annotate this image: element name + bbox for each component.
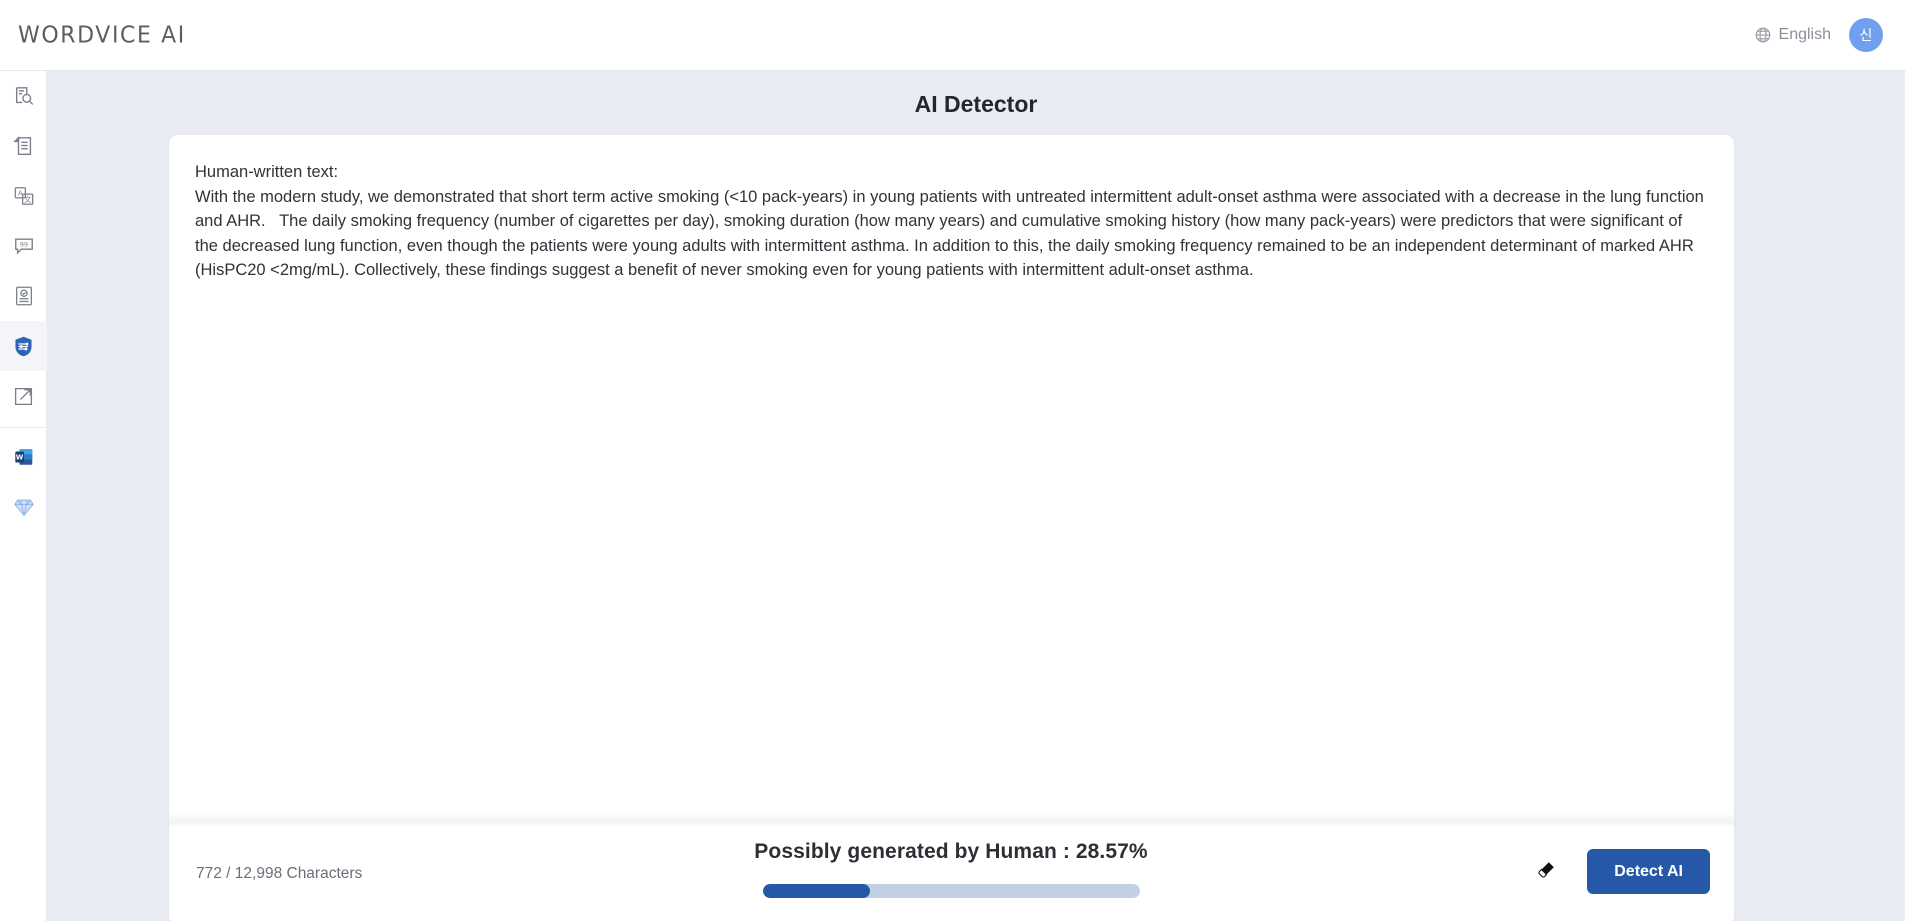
sidebar-item-documents[interactable] — [0, 121, 47, 171]
card-footer: 772 / 12,998 Characters Possibly generat… — [169, 827, 1734, 921]
header-actions: English 신 — [1754, 18, 1883, 52]
editor-content[interactable]: Human-written text: With the modern stud… — [195, 160, 1708, 283]
wordvice-logo[interactable]: WORDVICE AI — [18, 22, 186, 48]
external-link-icon — [13, 386, 34, 407]
detection-result: Possibly generated by Human : 28.57% — [606, 840, 1296, 898]
certificate-icon — [13, 285, 35, 307]
document-search-icon — [13, 85, 35, 107]
app-header: WORDVICE AI English 신 — [0, 0, 1905, 71]
svg-text:文: 文 — [24, 195, 32, 204]
quote-bubble-icon: 99 — [13, 235, 35, 257]
document-lines-icon — [13, 135, 35, 157]
text-editor[interactable]: Human-written text: With the modern stud… — [169, 135, 1734, 819]
svg-text:W: W — [15, 453, 23, 461]
footer-actions: Detect AI — [1531, 849, 1710, 894]
sidebar-item-certificate[interactable] — [0, 271, 47, 321]
eraser-button[interactable] — [1531, 857, 1561, 887]
sidebar-item-external-link[interactable] — [0, 371, 47, 421]
sidebar-item-paraphraser[interactable]: 99 — [0, 221, 47, 271]
language-selector[interactable]: English — [1754, 26, 1831, 44]
character-count: 772 / 12,998 Characters — [196, 865, 362, 883]
avatar[interactable]: 신 — [1849, 18, 1883, 52]
sidebar-divider — [0, 427, 47, 428]
sidebar-item-translate[interactable]: A 文 — [0, 171, 47, 221]
microsoft-word-icon: W — [13, 446, 35, 468]
translate-icon: A 文 — [13, 185, 35, 207]
sidebar-item-premium[interactable] — [0, 482, 47, 532]
diamond-icon — [13, 496, 35, 518]
result-progress-bar — [763, 884, 1140, 898]
ai-detector-card: Human-written text: With the modern stud… — [169, 135, 1734, 921]
language-label: English — [1779, 26, 1831, 44]
sidebar-item-ai-detector[interactable] — [0, 321, 47, 371]
svg-text:99: 99 — [19, 240, 27, 248]
sidebar: A 文 99 — [0, 71, 47, 921]
sidebar-item-word-addin[interactable]: W — [0, 432, 47, 482]
globe-icon — [1754, 26, 1772, 44]
shield-icon — [12, 335, 35, 358]
page-title: AI Detector — [47, 91, 1905, 118]
result-label: Possibly generated by Human : 28.57% — [606, 840, 1296, 864]
eraser-icon — [1534, 858, 1558, 885]
result-progress-fill — [763, 884, 871, 898]
sidebar-item-proofreading[interactable] — [0, 71, 47, 121]
detect-ai-button[interactable]: Detect AI — [1587, 849, 1710, 894]
main-content: AI Detector Human-written text: With the… — [47, 71, 1905, 921]
